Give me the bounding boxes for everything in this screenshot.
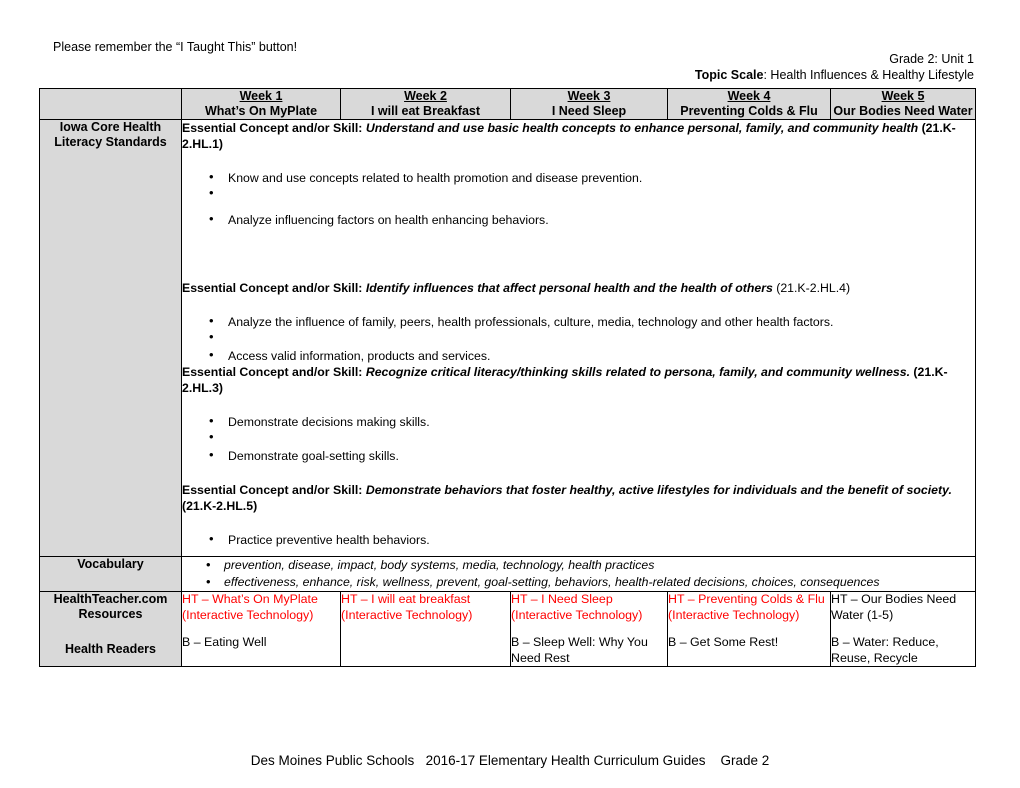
healthteacher-resource: HT – Preventing Colds & Flu (Interactive…: [668, 592, 825, 622]
resources-label-healthteacher: HealthTeacher.com Resources: [53, 592, 168, 621]
ec-code: (21.K-2.HL.4): [772, 281, 851, 295]
week-number: Week 5: [881, 89, 925, 103]
row-label-iowa-core-standards: Iowa Core Health Literacy Standards: [39, 119, 182, 557]
resource-cell-week-2: HT – I will eat breakfast (Interactive T…: [340, 591, 511, 667]
list-item: Demonstrate goal-setting skills.: [209, 447, 975, 464]
list-item: Analyze influencing factors on health en…: [209, 211, 975, 228]
spacer: [209, 429, 975, 448]
table-header-row: Week 1 What’s On MyPlate Week 2 I will e…: [39, 88, 976, 120]
column-header-week-3: Week 3 I Need Sleep: [510, 88, 668, 120]
week-title: Preventing Colds & Flu: [680, 104, 818, 118]
table-row-vocabulary: Vocabulary prevention, disease, impact, …: [39, 556, 976, 592]
footer-grade: Grade 2: [720, 753, 770, 768]
resources-label-health-readers: Health Readers: [64, 642, 156, 656]
essential-concept-4: Essential Concept and/or Skill: Demonstr…: [182, 482, 975, 514]
bullet-list-1: Know and use concepts related to health …: [182, 169, 975, 228]
ec-label: Essential Concept and/or Skill:: [182, 365, 363, 379]
week-title: I Need Sleep: [551, 104, 627, 118]
resource-cell-week-5: HT – Our Bodies Need Water (1-5) B – Wat…: [830, 591, 976, 667]
healthteacher-resource: HT – What’s On MyPlate (Interactive Tech…: [182, 592, 318, 622]
footer-guide: 2016-17 Elementary Health Curriculum Gui…: [425, 753, 706, 768]
vocabulary-content-cell: prevention, disease, impact, body system…: [181, 556, 976, 592]
ec-label: Essential Concept and/or Skill:: [182, 121, 363, 135]
grade-unit-label: Grade 2: Unit 1: [889, 52, 974, 66]
topic-scale-line: Topic Scale: Health Influences & Healthy…: [695, 68, 974, 84]
health-reader-resource: B – Get Some Rest!: [668, 635, 779, 649]
table-row-standards: Iowa Core Health Literacy Standards Esse…: [39, 119, 976, 557]
page-footer: Des Moines Public Schools 2016-17 Elemen…: [0, 752, 1020, 769]
topic-scale-label: Topic Scale: [694, 67, 764, 82]
bullet-list-2: Analyze the influence of family, peers, …: [182, 313, 975, 364]
list-item: effectiveness, enhance, risk, wellness, …: [206, 573, 975, 591]
health-reader-resource: B – Water: Reduce, Reuse, Recycle: [831, 635, 939, 665]
ec-text: Demonstrate behaviors that foster health…: [362, 483, 952, 497]
standards-content-cell: Essential Concept and/or Skill: Understa…: [181, 119, 976, 557]
health-reader-resource: B – Eating Well: [182, 635, 267, 649]
week-number: Week 4: [727, 89, 771, 103]
row-label-resources: HealthTeacher.com Resources Health Reade…: [39, 591, 182, 667]
footer-sep: [414, 753, 425, 768]
week-number: Week 3: [567, 89, 611, 103]
curriculum-table: Week 1 What’s On MyPlate Week 2 I will e…: [39, 88, 976, 667]
vocabulary-list: prevention, disease, impact, body system…: [182, 556, 975, 591]
bullet-list-4: Practice preventive health behaviors.: [182, 531, 975, 548]
healthteacher-resource: HT – I Need Sleep (Interactive Technolog…: [511, 592, 643, 622]
ec-text: Recognize critical literacy/thinking ski…: [362, 365, 911, 379]
healthteacher-resource: HT – I will eat breakfast (Interactive T…: [341, 592, 473, 622]
topic-scale-value: : Health Influences & Healthy Lifestyle: [763, 67, 974, 82]
column-header-week-1: Week 1 What’s On MyPlate: [181, 88, 341, 120]
healthteacher-resource: HT – Our Bodies Need Water (1-5): [831, 592, 957, 622]
ec-code: (21.K-2.HL.5): [182, 499, 258, 513]
list-item: Demonstrate decisions making skills.: [209, 413, 975, 430]
footer-district: Des Moines Public Schools: [250, 753, 415, 768]
week-number: Week 2: [404, 89, 447, 103]
list-item: Know and use concepts related to health …: [209, 169, 975, 186]
header-corner-cell: [39, 88, 182, 120]
week-number: Week 1: [239, 89, 283, 103]
list-item: Access valid information, products and s…: [209, 347, 975, 364]
week-title: Our Bodies Need Water: [833, 104, 973, 118]
resource-cell-week-1: HT – What’s On MyPlate (Interactive Tech…: [181, 591, 341, 667]
spacer: [209, 185, 975, 212]
week-title: What’s On MyPlate: [204, 104, 318, 118]
ec-text: Identify influences that affect personal…: [362, 281, 773, 295]
resource-cell-week-3: HT – I Need Sleep (Interactive Technolog…: [510, 591, 668, 667]
row-label-vocabulary: Vocabulary: [39, 556, 182, 592]
ec-label: Essential Concept and/or Skill:: [182, 281, 363, 295]
week-title: I will eat Breakfast: [370, 104, 481, 118]
resource-cell-week-4: HT – Preventing Colds & Flu (Interactive…: [667, 591, 831, 667]
health-reader-resource: B – Sleep Well: Why You Need Rest: [511, 635, 648, 665]
ec-label: Essential Concept and/or Skill:: [182, 483, 363, 497]
document-header: Grade 2: Unit 1 Topic Scale: Health Infl…: [695, 52, 974, 83]
essential-concept-3: Essential Concept and/or Skill: Recogniz…: [182, 364, 975, 396]
document-page: Please remember the “I Taught This” butt…: [0, 0, 1020, 788]
list-item: prevention, disease, impact, body system…: [206, 556, 975, 574]
list-item: Analyze the influence of family, peers, …: [209, 313, 975, 330]
spacer: [209, 329, 975, 348]
list-item: Practice preventive health behaviors.: [209, 531, 975, 548]
essential-concept-1: Essential Concept and/or Skill: Understa…: [182, 120, 975, 152]
table-row-resources: HealthTeacher.com Resources Health Reade…: [39, 591, 976, 667]
footer-sep-2: [705, 753, 720, 768]
column-header-week-5: Week 5 Our Bodies Need Water: [830, 88, 976, 120]
ec-text: Understand and use basic health concepts…: [362, 121, 919, 135]
bullet-list-3: Demonstrate decisions making skills. Dem…: [182, 413, 975, 464]
column-header-week-2: Week 2 I will eat Breakfast: [340, 88, 511, 120]
essential-concept-2: Essential Concept and/or Skill: Identify…: [182, 280, 975, 296]
top-note: Please remember the “I Taught This” butt…: [53, 40, 298, 54]
column-header-week-4: Week 4 Preventing Colds & Flu: [667, 88, 831, 120]
